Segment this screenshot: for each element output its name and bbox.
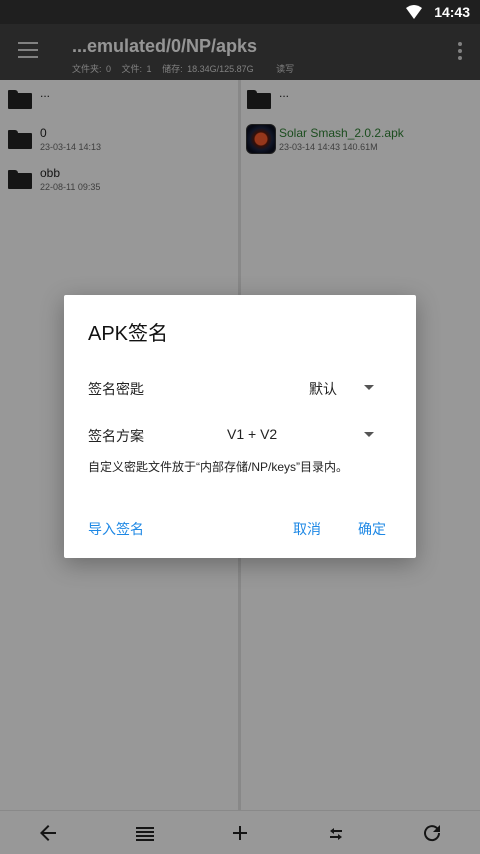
- dialog-title: APK签名: [88, 323, 169, 345]
- keys-path-note: 自定义密匙文件放于“内部存储/NP/keys”目录内。: [88, 460, 349, 474]
- wifi-icon: [406, 5, 422, 19]
- status-time: 14:43: [434, 4, 470, 20]
- chevron-down-icon: [364, 432, 374, 437]
- sign-key-label: 签名密匙: [88, 381, 144, 397]
- ok-button[interactable]: 确定: [358, 519, 386, 539]
- status-bar: 14:43: [0, 0, 480, 24]
- import-signature-button[interactable]: 导入签名: [88, 519, 144, 539]
- sign-scheme-value: V1 + V2: [227, 426, 278, 442]
- chevron-down-icon: [364, 385, 374, 390]
- apk-sign-dialog: APK签名 签名密匙 默认 签名方案 V1 + V2 自定义密匙文件放于“内部存…: [64, 295, 416, 558]
- sign-scheme-label: 签名方案: [88, 428, 144, 444]
- sign-key-dropdown[interactable]: 默认: [294, 373, 394, 401]
- cancel-button[interactable]: 取消: [293, 519, 321, 539]
- sign-key-value: 默认: [309, 381, 337, 397]
- sign-scheme-dropdown[interactable]: V1 + V2: [214, 420, 394, 448]
